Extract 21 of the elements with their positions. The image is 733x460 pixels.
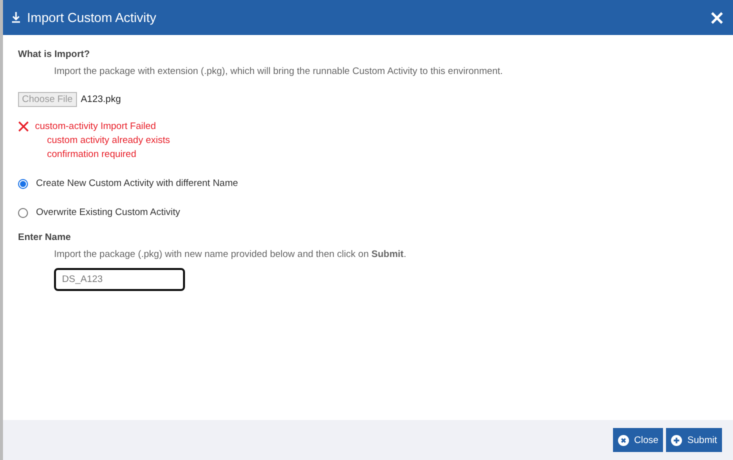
section-heading: What is Import? [18, 49, 91, 60]
submit-button[interactable]: Submit [666, 428, 722, 452]
close-icon [618, 434, 630, 446]
radio-button[interactable] [18, 178, 28, 188]
option-label[interactable]: Overwrite Existing Custom Activity [36, 207, 180, 218]
close-button[interactable]: Close [613, 428, 664, 452]
download-icon [11, 12, 21, 23]
name-input-field[interactable]: DS_A123 [54, 268, 185, 291]
plus-icon [671, 434, 682, 446]
error-icon [18, 121, 29, 132]
radio-button[interactable] [18, 208, 28, 218]
error-detail: confirmation required [47, 149, 138, 160]
close-icon[interactable] [711, 12, 723, 24]
option-label[interactable]: Create New Custom Activity with different Name [36, 178, 238, 189]
description-text: Import the package (.pkg) with new name provided below and then click on Submit. [54, 249, 408, 260]
description-text: Import the package with extension (.pkg), which will bring the runnable Custom Activity to this environment. [54, 66, 504, 77]
section-heading: Enter Name [18, 232, 72, 243]
error-title: custom-activity Import Failed [35, 121, 157, 132]
error-detail: custom activity already exists [47, 135, 170, 146]
file-name: A123.pkg [80, 94, 121, 105]
window-title: Import Custom Activity [27, 10, 158, 25]
